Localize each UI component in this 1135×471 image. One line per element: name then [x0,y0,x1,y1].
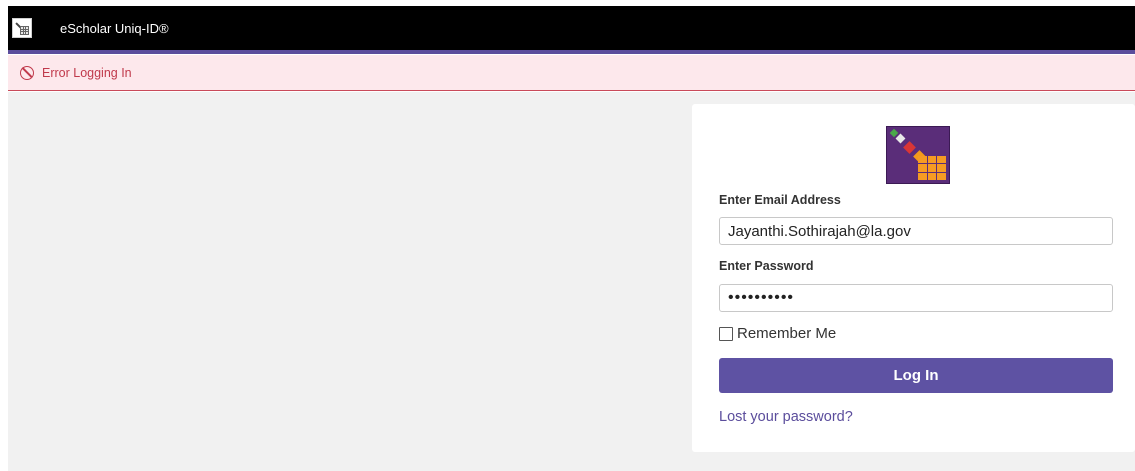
page: eScholar Uniq-ID® Error Logging In Enter… [0,0,1135,471]
brand-logo-icon [886,126,950,184]
no-entry-icon [20,65,34,80]
remember-me-row[interactable]: Remember Me [719,325,836,342]
remember-me-label[interactable]: Remember Me [737,325,836,342]
error-message: Error Logging In [42,65,132,80]
error-alert: Error Logging In [8,55,1135,91]
app-logo-icon [12,18,32,38]
password-label: Enter Password [719,259,814,273]
app-title: eScholar Uniq-ID® [60,20,169,36]
log-in-button[interactable]: Log In [719,358,1113,393]
email-field[interactable] [719,217,1113,245]
remember-me-checkbox[interactable] [719,326,733,341]
email-label: Enter Email Address [719,193,841,207]
top-header-bar: eScholar Uniq-ID® [8,6,1135,50]
lost-password-link[interactable]: Lost your password? [719,409,853,425]
header-accent-line [8,50,1135,54]
password-field[interactable] [719,284,1113,312]
login-card: Enter Email Address Enter Password Remem… [692,104,1135,452]
